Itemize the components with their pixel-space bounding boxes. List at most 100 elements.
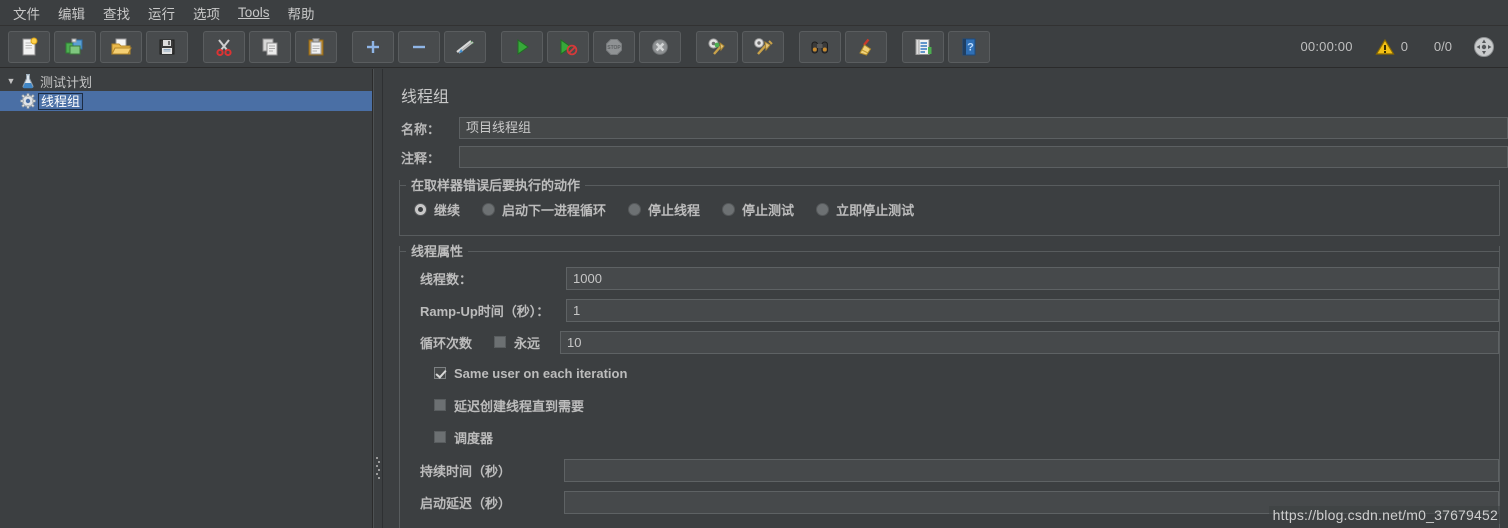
play-no-timers-icon <box>560 38 578 55</box>
stop-button[interactable]: STOP <box>593 30 635 63</box>
toggle-button[interactable] <box>444 30 486 63</box>
radio-start-next-loop[interactable]: 启动下一进程循环 <box>482 200 606 219</box>
cut-scissors-icon <box>216 38 232 56</box>
tree-node-thread-group[interactable]: 线程组 <box>0 91 372 111</box>
num-threads-row: 线程数： 1000 <box>400 266 1499 290</box>
menu-options[interactable]: 选项 <box>184 0 229 26</box>
num-threads-input[interactable]: 1000 <box>566 266 1499 290</box>
ramp-up-row: Ramp-Up时间（秒）： 1 <box>400 298 1499 322</box>
collapse-all-button[interactable] <box>398 30 440 63</box>
expand-all-button[interactable] <box>352 30 394 63</box>
tree-node-test-plan-label: 测试计划 <box>40 74 93 90</box>
menu-tools-label: Tools <box>238 5 270 20</box>
shutdown-icon <box>652 38 668 55</box>
toolbar-separator-3 <box>488 32 499 62</box>
toolbar-separator-5 <box>786 32 797 62</box>
copy-pages-icon <box>262 38 278 55</box>
menu-edit[interactable]: 编辑 <box>49 0 94 26</box>
svg-text:?: ? <box>967 41 974 53</box>
name-input[interactable]: 项目线程组 <box>459 117 1508 139</box>
num-threads-label: 线程数： <box>420 271 473 287</box>
tree-node-thread-group-label: 线程组 <box>38 92 84 110</box>
connection-indicator-icon[interactable] <box>1472 35 1496 59</box>
save-button[interactable] <box>146 30 188 63</box>
loop-count-input[interactable]: 10 <box>560 330 1499 354</box>
function-helper-button[interactable] <box>902 30 944 63</box>
checkbox-same-user[interactable]: Same user on each iteration <box>434 366 627 381</box>
duration-row: 持续时间（秒） <box>400 458 1499 482</box>
checkbox-same-user-box <box>434 367 446 379</box>
warning-triangle-icon[interactable] <box>1375 38 1395 56</box>
thread-group-gear-icon <box>18 92 38 110</box>
main-split: ▼ 测试计划 线程组 线程组 名称： 项目线程组 注释： 在取样器错误后要执行的… <box>0 69 1508 528</box>
clear-button[interactable] <box>696 30 738 63</box>
split-divider-grip[interactable] <box>376 455 380 481</box>
help-button[interactable]: ? <box>948 30 990 63</box>
paste-button[interactable] <box>295 30 337 63</box>
clear-all-button[interactable] <box>742 30 784 63</box>
binoculars-search-icon <box>811 41 828 53</box>
delayed-start-row: 延迟创建线程直到需要 <box>400 394 1499 416</box>
menu-run[interactable]: 运行 <box>139 0 184 26</box>
chevron-down-icon[interactable]: ▼ <box>4 76 18 86</box>
stop-icon: STOP <box>606 38 622 55</box>
watermark-text: https://blog.csdn.net/m0_37679452 <box>1268 506 1502 524</box>
checkbox-delayed-start-box <box>434 399 446 411</box>
thread-group-panel: 线程组 名称： 项目线程组 注释： 在取样器错误后要执行的动作 继续 启动下一进… <box>383 69 1508 528</box>
templates-icon <box>65 38 83 54</box>
error-action-radio-group: 继续 启动下一进程循环 停止线程 停止测试 立即停止测试 <box>400 190 1499 227</box>
startup-delay-label: 启动延迟（秒） <box>420 495 512 511</box>
checkbox-forever[interactable]: 永远 <box>494 333 560 352</box>
comment-row: 注释： <box>383 146 1508 168</box>
comment-input[interactable] <box>459 146 1508 168</box>
menu-file[interactable]: 文件 <box>4 0 49 26</box>
radio-stop-test-now[interactable]: 立即停止测试 <box>816 200 914 219</box>
radio-continue-label: 继续 <box>434 203 461 218</box>
start-button[interactable] <box>501 30 543 63</box>
cut-button[interactable] <box>203 30 245 63</box>
comment-label: 注释： <box>401 150 441 166</box>
open-button[interactable] <box>100 30 142 63</box>
toolbar-separator-4 <box>683 32 694 62</box>
clear-gear-broom-icon <box>708 37 725 55</box>
search-button[interactable] <box>799 30 841 63</box>
same-user-row: Same user on each iteration <box>400 362 1499 384</box>
minus-icon <box>413 45 425 48</box>
radio-stop-test-dot <box>722 203 736 216</box>
tree-node-test-plan[interactable]: ▼ 测试计划 <box>0 71 372 91</box>
split-divider[interactable] <box>373 69 383 528</box>
new-button[interactable] <box>8 30 50 63</box>
duration-label: 持续时间（秒） <box>420 463 512 479</box>
reset-search-button[interactable] <box>845 30 887 63</box>
templates-button[interactable] <box>54 30 96 63</box>
checkbox-scheduler[interactable]: 调度器 <box>434 428 493 447</box>
toolbar: STOP ? 00:00:00 0 0/0 <box>0 26 1508 68</box>
menu-help[interactable]: 帮助 <box>279 0 324 26</box>
jmeter-window: 文件 编辑 查找 运行 选项 Tools 帮助 STOP ? 00:00:00 … <box>0 0 1508 528</box>
radio-stop-test[interactable]: 停止测试 <box>722 200 794 219</box>
radio-stop-thread[interactable]: 停止线程 <box>628 200 700 219</box>
copy-button[interactable] <box>249 30 291 63</box>
radio-continue[interactable]: 继续 <box>414 200 460 219</box>
checkbox-delayed-start-label: 延迟创建线程直到需要 <box>454 398 585 414</box>
ramp-up-input[interactable]: 1 <box>566 298 1499 322</box>
play-icon <box>517 38 529 55</box>
test-plan-flask-icon <box>18 72 38 90</box>
paste-clipboard-icon <box>308 37 324 55</box>
menu-tools[interactable]: Tools <box>229 2 279 23</box>
page-title: 线程组 <box>401 89 450 106</box>
checkbox-delayed-start[interactable]: 延迟创建线程直到需要 <box>434 396 584 415</box>
group2-border-right <box>468 250 1499 252</box>
error-action-group: 在取样器错误后要执行的动作 继续 启动下一进程循环 停止线程 停止测试 立即停止… <box>399 178 1500 236</box>
start-no-pauses-button[interactable] <box>547 30 589 63</box>
thread-properties-group-title: 线程属性 <box>411 243 464 259</box>
open-folder-icon <box>111 38 132 54</box>
new-file-icon <box>22 37 38 55</box>
active-threads-count: 0/0 <box>1433 39 1452 54</box>
group-border-right <box>585 184 1499 186</box>
shutdown-button[interactable] <box>639 30 681 63</box>
duration-input[interactable] <box>564 458 1499 482</box>
menu-search[interactable]: 查找 <box>94 0 139 26</box>
radio-start-next-loop-label: 启动下一进程循环 <box>502 203 607 218</box>
loop-count-label: 循环次数 <box>420 335 473 351</box>
